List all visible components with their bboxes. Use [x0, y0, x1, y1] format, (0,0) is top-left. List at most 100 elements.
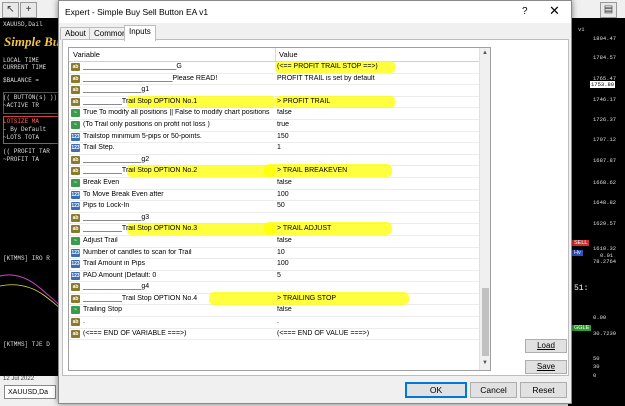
chart-window-tab[interactable]: XAUUSD,Da: [4, 385, 56, 399]
table-row[interactable]: ab _______________________Please READ! PRO…: [69, 74, 479, 86]
price-label: 1687.87: [593, 157, 617, 164]
variable-value[interactable]: (<=== END OF VALUE ===>): [277, 330, 477, 337]
sell-badge[interactable]: SELL: [572, 240, 590, 246]
table-row[interactable]: 123 Number of candles to scan for Trail 10: [69, 248, 479, 260]
variable-value[interactable]: 100: [277, 191, 477, 198]
table-row[interactable]: ~ Break Even false: [69, 178, 479, 190]
variable-name: (<=== END OF VARIABLE ===>): [83, 329, 187, 337]
price-label: 1726.37: [593, 116, 617, 123]
scroll-up-icon[interactable]: ▲: [482, 50, 488, 56]
string-type-icon: ab: [71, 318, 80, 327]
table-row[interactable]: ab..: [69, 317, 479, 329]
table-row[interactable]: ~ Trailing Stop false: [69, 305, 479, 318]
column-separator[interactable]: [275, 48, 276, 61]
variable-name: _______________g3: [83, 213, 150, 221]
price-label: 1648.82: [593, 199, 617, 206]
string-type-icon: ab: [71, 329, 80, 338]
table-row[interactable]: ab ________________________G (<== PROFIT T…: [69, 61, 479, 74]
close-icon[interactable]: ✕: [549, 3, 560, 19]
table-row[interactable]: ~ (To Trail only positions on profit not …: [69, 120, 479, 132]
current-price-label: 1753.80: [590, 81, 616, 88]
scroll-thumb[interactable]: [482, 288, 489, 356]
variable-name: Trail Step.: [83, 144, 115, 152]
string-type-icon: ab: [71, 86, 80, 95]
variable-name: __________Trail Stop OPTION No.2: [83, 167, 198, 175]
grid-rows: ab ________________________G (<== PROFIT T…: [69, 61, 479, 341]
load-button[interactable]: Load: [525, 339, 567, 353]
dialog-title: Expert - Simple Buy Sell Button EA v1: [65, 7, 209, 17]
panel-line: (( BUTTON(s) )): [3, 94, 58, 101]
column-header-value[interactable]: Value: [279, 50, 298, 59]
string-type-icon: ab: [71, 97, 80, 106]
variable-name: .: [83, 318, 85, 326]
variable-name: _______________g1: [83, 86, 150, 94]
panel-line: $BALANCE =: [3, 77, 40, 84]
table-row[interactable]: 123 To Move Break Even after 100: [69, 190, 479, 202]
price-label: 0.00: [593, 314, 607, 321]
variable-value[interactable]: 100: [277, 260, 477, 267]
variable-value[interactable]: > PROFIT TRAIL: [277, 98, 477, 105]
string-type-icon: ab: [71, 167, 80, 176]
variable-value[interactable]: false: [277, 109, 477, 116]
toggle-badge[interactable]: GGLE: [572, 325, 592, 331]
variable-value[interactable]: 150: [277, 133, 477, 140]
variable-name: Trailstop minimum 5-pips or 50-points.: [83, 132, 202, 140]
variable-value[interactable]: 50: [277, 202, 477, 209]
variable-value[interactable]: false: [277, 237, 477, 244]
save-button[interactable]: Save: [525, 360, 567, 374]
table-row[interactable]: 123 Trail Amount in Pips 100: [69, 259, 479, 271]
reset-button[interactable]: Reset: [520, 382, 567, 398]
table-row[interactable]: 123 Trail Step. 1: [69, 143, 479, 155]
table-row[interactable]: ab __________Trail Stop OPTION No.4 > TRAI…: [69, 291, 479, 306]
string-type-icon: ab: [71, 283, 80, 292]
crosshair-tool-icon[interactable]: +: [20, 2, 37, 18]
variable-name: _______________g2: [83, 155, 150, 163]
chart-left-panel: XAUUSD,Dail Simple Bu LOCAL TIME CURRENT…: [0, 18, 60, 406]
table-row[interactable]: 123 Pips to Lock-In 50: [69, 201, 479, 213]
integer-type-icon: 123: [71, 248, 80, 257]
variable-value[interactable]: > TRAIL BREAKEVEN: [277, 167, 477, 174]
scroll-down-icon[interactable]: ▼: [482, 360, 488, 366]
help-button[interactable]: ?: [522, 6, 528, 17]
panel-line: ~PROFIT TA: [3, 156, 40, 163]
variable-value[interactable]: 5: [277, 272, 477, 279]
chart-symbol: XAUUSD,Dail: [3, 21, 43, 28]
table-row[interactable]: 123 PAD Amount |Default: 0 5: [69, 271, 479, 283]
variable-name: __________Trail Stop OPTION No.4: [83, 294, 198, 302]
variable-name: Break Even: [83, 178, 120, 186]
variable-value[interactable]: .: [277, 318, 477, 325]
string-type-icon: ab: [71, 213, 80, 222]
variable-name: __________Trail Stop OPTION No.1: [83, 97, 198, 105]
variable-value[interactable]: > TRAILING STOP: [277, 295, 477, 302]
integer-type-icon: 123: [71, 132, 80, 141]
grid-scrollbar[interactable]: ▲ ▼: [479, 48, 490, 370]
variable-value[interactable]: > TRAIL ADJUST: [277, 225, 477, 232]
table-row[interactable]: 123 Trailstop minimum 5-pips or 50-points…: [69, 132, 479, 144]
table-row[interactable]: ab __________Trail Stop OPTION No.2 > TRAI…: [69, 164, 479, 178]
variable-value[interactable]: false: [277, 179, 477, 186]
variable-value[interactable]: true: [277, 121, 477, 128]
column-header-variable[interactable]: Variable: [73, 50, 100, 59]
variable-value[interactable]: (<== PROFIT TRAIL STOP ==>): [277, 63, 477, 70]
variable-value[interactable]: false: [277, 306, 477, 313]
table-row[interactable]: ab __________Trail Stop OPTION No.1 > PROF…: [69, 95, 479, 109]
cursor-tool-icon[interactable]: ↖: [2, 2, 19, 18]
dialog-titlebar[interactable]: Expert - Simple Buy Sell Button EA v1 ? …: [59, 1, 571, 23]
variable-value[interactable]: PROFIT TRAIL is set by default: [277, 75, 477, 82]
ok-button[interactable]: OK: [405, 382, 467, 398]
variable-name: Adjust Trail: [83, 236, 118, 244]
indicator-label: [KTMMS] TJE D: [3, 341, 50, 348]
table-row[interactable]: ab __________Trail Stop OPTION No.3 > TRAI…: [69, 222, 479, 236]
variable-name: _______________g4: [83, 283, 150, 291]
toolbar-extra-icon[interactable]: ▤: [600, 2, 617, 18]
price-label: 1746.17: [593, 96, 617, 103]
table-row[interactable]: ~ True To modify all positions || False t…: [69, 108, 479, 120]
variable-value[interactable]: 1: [277, 144, 477, 151]
variable-name: Number of candles to scan for Trail: [83, 248, 192, 256]
table-row[interactable]: ab (<=== END OF VARIABLE ===>) (<=== END O…: [69, 329, 479, 341]
price-label: 30: [593, 363, 600, 370]
cancel-button[interactable]: Cancel: [470, 382, 517, 398]
table-row[interactable]: ~ Adjust Trail false: [69, 236, 479, 248]
variable-value[interactable]: 10: [277, 249, 477, 256]
tab-inputs[interactable]: Inputs: [124, 25, 156, 41]
